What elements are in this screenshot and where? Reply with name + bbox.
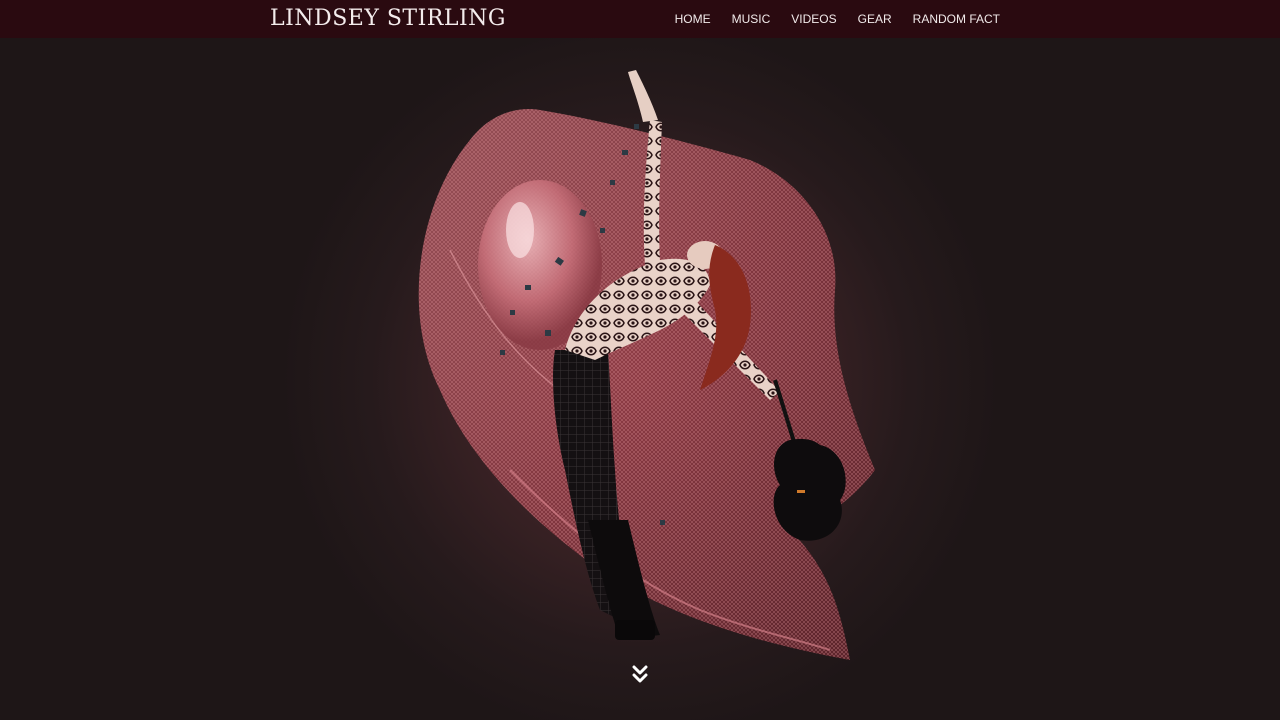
nav-gear[interactable]: GEAR (858, 12, 892, 26)
double-chevron-down-icon[interactable] (628, 662, 652, 686)
main-nav: HOME MUSIC VIDEOS GEAR RANDOM FACT (675, 0, 1000, 38)
nav-home[interactable]: HOME (675, 12, 711, 26)
page: LINDSEY STIRLING HOME MUSIC VIDEOS GEAR … (0, 0, 1280, 720)
site-logo[interactable]: LINDSEY STIRLING (270, 6, 506, 31)
nav-videos[interactable]: VIDEOS (791, 12, 836, 26)
nav-random-fact[interactable]: RANDOM FACT (913, 12, 1000, 26)
hero-image (418, 70, 875, 660)
nav-music[interactable]: MUSIC (732, 12, 771, 26)
top-navigation-bar: LINDSEY STIRLING HOME MUSIC VIDEOS GEAR … (0, 0, 1280, 38)
